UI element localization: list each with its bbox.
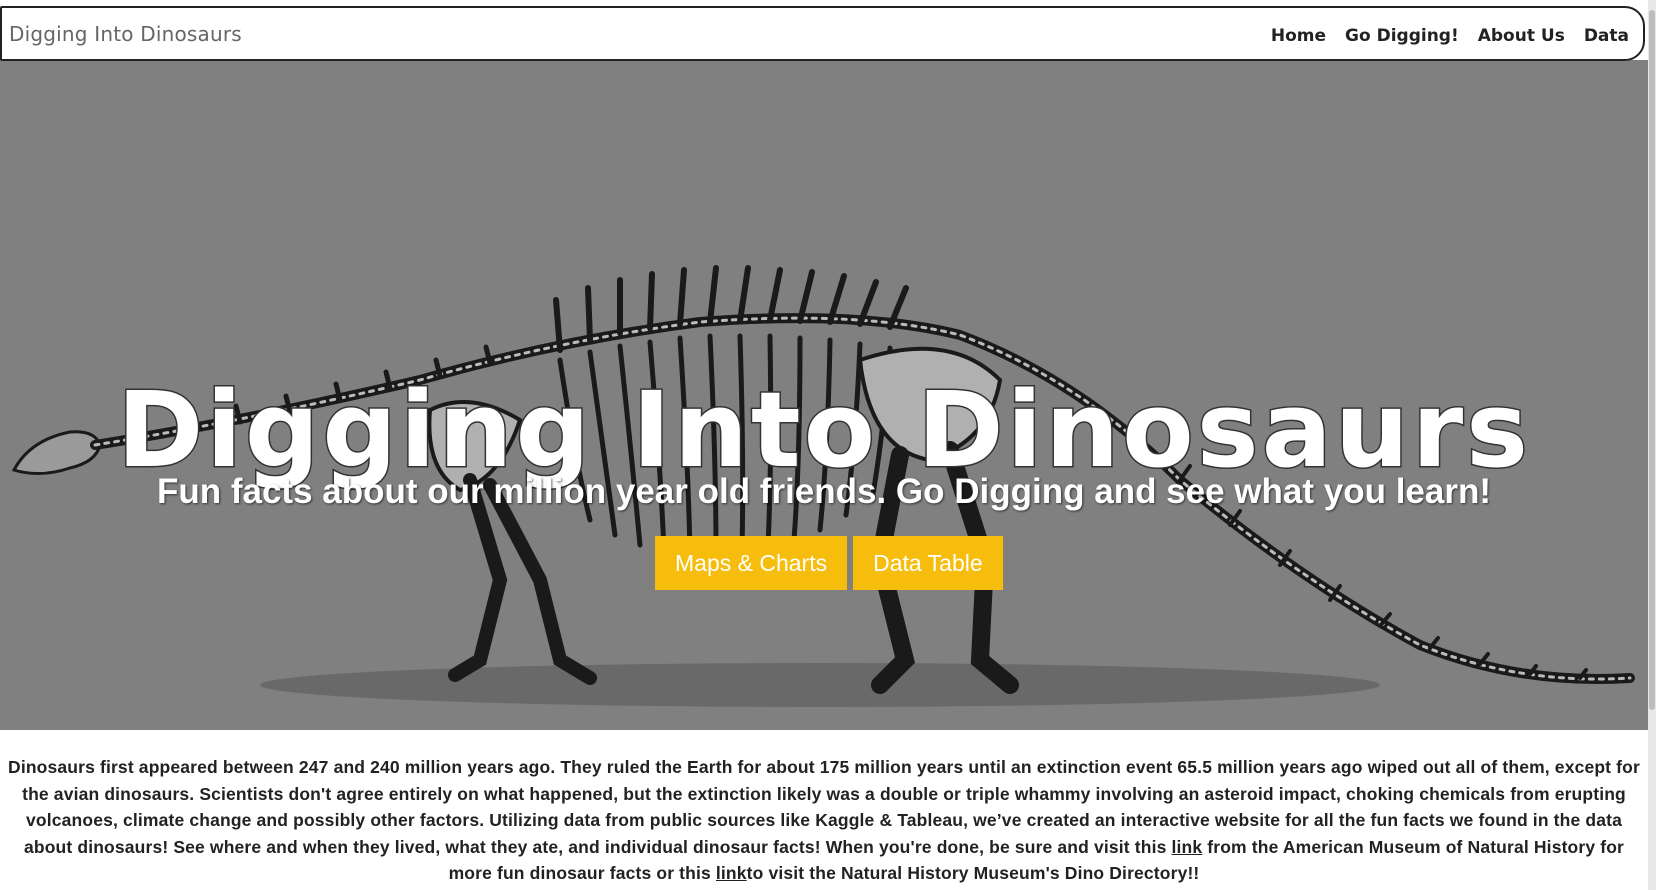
hero-banner: Digging Into Dinosaurs Fun facts about o…: [0, 60, 1648, 730]
nav-link-go-digging[interactable]: Go Digging!: [1345, 26, 1459, 46]
intro-paragraph: Dinosaurs first appeared between 247 and…: [0, 754, 1648, 887]
nav-link-home[interactable]: Home: [1271, 26, 1326, 46]
scrollbar-thumb[interactable]: [1649, 10, 1655, 710]
dino-directory-link[interactable]: link: [716, 863, 747, 883]
navbar-brand[interactable]: Digging Into Dinosaurs: [9, 22, 242, 46]
hero-buttons: Maps & Charts Data Table: [655, 536, 1003, 590]
navbar: Digging Into Dinosaurs Home Go Digging! …: [0, 6, 1645, 61]
nav-link-data[interactable]: Data: [1584, 26, 1629, 46]
nav-links: Home Go Digging! About Us Data: [1271, 26, 1629, 46]
scrollbar[interactable]: [1648, 0, 1656, 890]
amnh-link[interactable]: link: [1172, 837, 1203, 857]
nav-link-about-us[interactable]: About Us: [1478, 26, 1565, 46]
intro-text-3: to visit the Natural History Museum's Di…: [746, 863, 1200, 883]
hero-title: Digging Into Dinosaurs: [115, 368, 1532, 491]
maps-charts-button[interactable]: Maps & Charts: [655, 536, 848, 590]
hero-subtitle: Fun facts about our million year old fri…: [156, 472, 1492, 511]
data-table-button[interactable]: Data Table: [853, 536, 1003, 590]
